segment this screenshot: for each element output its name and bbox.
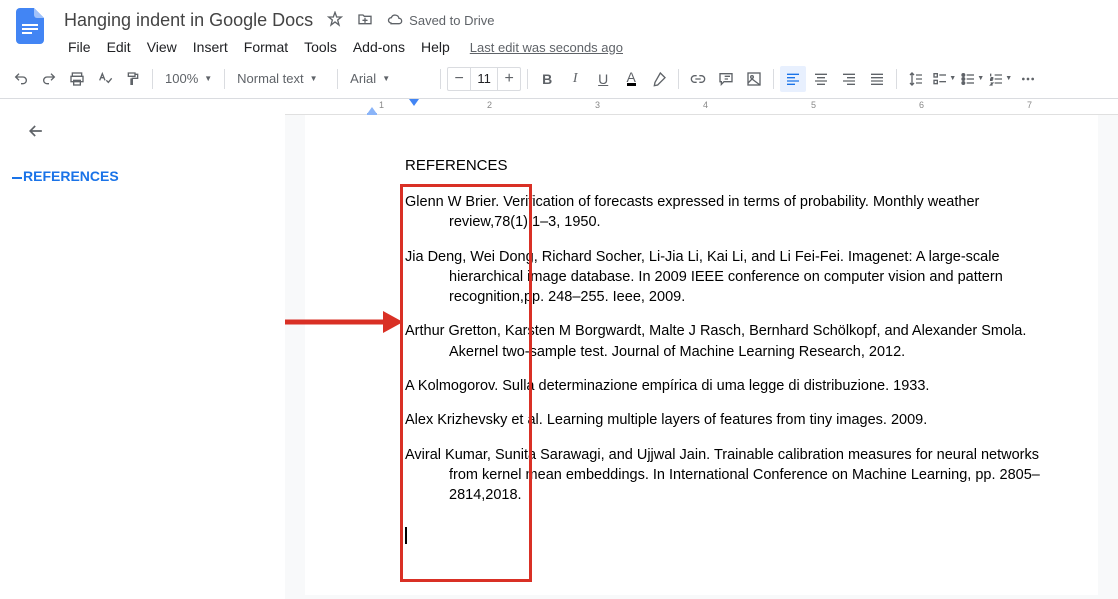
app-header: Hanging indent in Google Docs Saved to D…	[0, 0, 1118, 59]
align-left-button[interactable]	[780, 66, 806, 92]
align-right-button[interactable]	[836, 66, 862, 92]
align-center-button[interactable]	[808, 66, 834, 92]
align-justify-button[interactable]	[864, 66, 890, 92]
zoom-dropdown[interactable]: 100%▼	[159, 66, 218, 92]
references-heading: REFERENCES	[405, 155, 1048, 176]
last-edit-link[interactable]: Last edit was seconds ago	[470, 40, 623, 55]
document-page[interactable]: Hanging Indent applied to the selected t…	[305, 115, 1098, 595]
font-size-increase-button[interactable]: +	[498, 68, 520, 90]
menu-insert[interactable]: Insert	[185, 35, 236, 59]
redo-button[interactable]	[36, 66, 62, 92]
style-dropdown[interactable]: Normal text▼	[231, 66, 331, 92]
star-icon[interactable]	[327, 11, 343, 30]
docs-logo-icon[interactable]	[12, 8, 48, 44]
menu-file[interactable]: File	[60, 35, 99, 59]
numbered-list-button[interactable]: ▼	[987, 66, 1013, 92]
ruler[interactable]: 1234567	[285, 99, 1118, 115]
paint-format-button[interactable]	[120, 66, 146, 92]
menu-view[interactable]: View	[139, 35, 185, 59]
reference-entry: A Kolmogorov. Sulla determinazione empír…	[405, 376, 1048, 396]
underline-button[interactable]: U	[590, 66, 616, 92]
menu-tools[interactable]: Tools	[296, 35, 345, 59]
highlight-button[interactable]	[646, 66, 672, 92]
reference-entry: Jia Deng, Wei Dong, Richard Socher, Li-J…	[405, 247, 1048, 308]
outline-item-references[interactable]: REFERENCES	[16, 162, 269, 190]
reference-entry: Arthur Gretton, Karsten M Borgwardt, Mal…	[405, 321, 1048, 362]
comment-button[interactable]	[713, 66, 739, 92]
italic-button[interactable]: I	[562, 66, 588, 92]
arrow-icon	[285, 307, 403, 337]
outline-panel: REFERENCES	[0, 99, 285, 599]
print-button[interactable]	[64, 66, 90, 92]
image-button[interactable]	[741, 66, 767, 92]
bulleted-list-button[interactable]: ▼	[959, 66, 985, 92]
menu-edit[interactable]: Edit	[99, 35, 139, 59]
text-cursor	[405, 527, 407, 544]
checklist-button[interactable]: ▼	[931, 66, 957, 92]
menu-addons[interactable]: Add-ons	[345, 35, 413, 59]
menu-bar: File Edit View Insert Format Tools Add-o…	[60, 35, 1106, 59]
link-button[interactable]	[685, 66, 711, 92]
spellcheck-button[interactable]	[92, 66, 118, 92]
font-size-decrease-button[interactable]: −	[448, 68, 470, 90]
undo-button[interactable]	[8, 66, 34, 92]
document-title[interactable]: Hanging indent in Google Docs	[60, 8, 317, 33]
toolbar: 100%▼ Normal text▼ Arial▼ − 11 + B I U A…	[0, 59, 1118, 99]
more-button[interactable]	[1015, 66, 1041, 92]
outline-back-button[interactable]	[26, 121, 269, 144]
font-size-group: − 11 +	[447, 67, 521, 91]
menu-help[interactable]: Help	[413, 35, 458, 59]
menu-format[interactable]: Format	[236, 35, 296, 59]
move-icon[interactable]	[357, 11, 373, 30]
font-size-value[interactable]: 11	[470, 68, 498, 90]
line-spacing-button[interactable]	[903, 66, 929, 92]
font-dropdown[interactable]: Arial▼	[344, 66, 434, 92]
save-status[interactable]: Saved to Drive	[387, 13, 494, 29]
reference-entry: Alex Krizhevsky et al. Learning multiple…	[405, 410, 1048, 430]
reference-entry: Glenn W Brier. Verification of forecasts…	[405, 192, 1048, 233]
reference-entry: Aviral Kumar, Sunita Sarawagi, and Ujjwa…	[405, 445, 1048, 506]
bold-button[interactable]: B	[534, 66, 560, 92]
text-color-button[interactable]: A	[618, 66, 644, 92]
page-container: 1234567 Hanging Indent applied to the se…	[285, 99, 1118, 599]
